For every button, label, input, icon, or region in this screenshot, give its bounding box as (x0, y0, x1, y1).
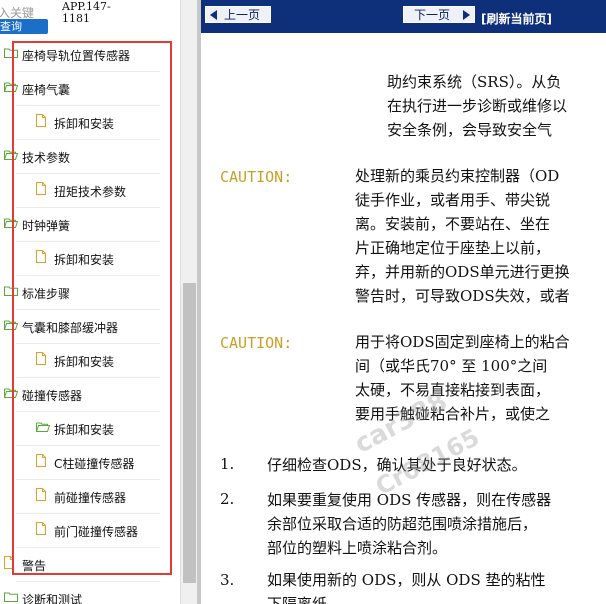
step-text: 如果使用新的 ODS，则从 ODS 垫的粘性 下隔离纸。 (267, 568, 546, 604)
tree-node[interactable]: 座椅气囊 (0, 72, 180, 106)
folder-open-icon (4, 388, 18, 398)
tree-node-label: 气囊和膝部缓冲器 (22, 321, 119, 335)
tree-node[interactable]: 拆卸和安装 (0, 412, 180, 446)
section-tree: 座椅导轨位置传感器 座椅气囊 拆卸和安装 技术参数 扭矩技术参数 时钟弹簧 拆卸和安装 标准步… (0, 38, 180, 604)
tree-node-label: 技术参数 (22, 151, 71, 165)
tree-node[interactable]: 前门碰撞传感器 (0, 514, 180, 548)
text-line: 安全条例，会导致安全气 (387, 121, 553, 139)
folder-closed-icon (4, 48, 18, 58)
tree-node[interactable]: 标准步骤 (0, 276, 180, 310)
caution-label: CAUTION: (220, 168, 293, 186)
folder-open-icon (4, 320, 18, 330)
text-line: 用于将ODS固定到座椅上的粘合 (355, 333, 570, 351)
folder-closed-icon (4, 592, 18, 602)
document-icon (36, 182, 46, 195)
intro-paragraph: 助约束系统（SRS）。从负 在执行进一步诊断或维修以 安全条例，会导致安全气 (387, 70, 567, 142)
tree-node-label: 前碰撞传感器 (54, 491, 127, 505)
step-text: 如果要重复使用 ODS 传感器，则在传感器 余部位采取合适的防超范围喷涂措施后，… (267, 488, 551, 560)
text-line: 助约束系统（SRS）。从负 (387, 73, 562, 91)
tree-node-label: 碰撞传感器 (22, 389, 83, 403)
caution-label: CAUTION: (220, 334, 293, 352)
tree-scrollbar[interactable] (180, 0, 198, 604)
text-line: 间（或华氏70° 至 100°之间 (355, 357, 548, 375)
step-number: 3. (220, 571, 235, 589)
document-content: 助约束系统（SRS）。从负 在执行进一步诊断或维修以 安全条例，会导致安全气 C… (201, 33, 606, 604)
page-navigation-bar: 上一页 下一页 [刷新当前页] (201, 0, 606, 33)
text-line: 余部位采取合适的防超范围喷涂措施后， (267, 515, 538, 533)
text-line: 徒手作业，或者用手、带尖锐 (355, 191, 551, 209)
tree-node[interactable]: 拆卸和安装 (0, 106, 180, 140)
text-line: 如果使用新的 ODS，则从 ODS 垫的粘性 (267, 571, 546, 589)
tree-node-label: 标准步骤 (22, 287, 71, 301)
tree-node[interactable]: 气囊和膝部缓冲器 (0, 310, 180, 344)
text-line: 片正确地定位于座垫上以前， (355, 239, 551, 257)
text-line: 部位的塑料上喷涂粘合剂。 (267, 539, 448, 557)
arrow-right-icon (463, 10, 470, 20)
text-line: 下隔离纸。 (267, 595, 343, 604)
tree-node-label: 警告 (22, 559, 47, 573)
tree-node[interactable]: 前碰撞传感器 (0, 480, 180, 514)
tree-node-label: 前门碰撞传感器 (54, 525, 139, 539)
tree-node[interactable]: 拆卸和安装 (0, 242, 180, 276)
folder-open-icon (4, 218, 18, 228)
text-line: 太硬，不易直接粘接到表面， (355, 381, 551, 399)
document-icon (36, 488, 46, 501)
tree-node[interactable]: C柱碰撞传感器 (0, 446, 180, 480)
text-line: 弃，并用新的ODS单元进行更换 (355, 263, 570, 281)
next-page-button[interactable]: 下一页 (403, 6, 475, 23)
tree-node-label: C柱碰撞传感器 (54, 457, 135, 471)
tree-node-label: 拆卸和安装 (54, 253, 115, 267)
text-line: 如果要重复使用 ODS 传感器，则在传感器 (267, 491, 552, 509)
document-icon (4, 556, 14, 569)
text-line: 警告时，可导致ODS失效，或者 (355, 287, 570, 305)
document-icon (36, 454, 46, 467)
tree-node[interactable]: 时钟弹簧 (0, 208, 180, 242)
previous-page-label: 上一页 (224, 8, 261, 22)
document-pane: 上一页 下一页 [刷新当前页] 助约束系统（SRS）。从负 在执行进一步诊断或维… (201, 0, 606, 604)
tree-node[interactable]: 技术参数 (0, 140, 180, 174)
caution-paragraph: 用于将ODS固定到座椅上的粘合 间（或华氏70° 至 100°之间 太硬，不易直… (355, 330, 570, 426)
tree-node-label: 扭矩技术参数 (54, 185, 127, 199)
document-icon (36, 114, 46, 127)
folder-closed-icon (4, 286, 18, 296)
next-page-label: 下一页 (414, 8, 451, 22)
navigation-tree-pane: 入关键 查询 APP.147- 1181 座椅导轨位置传感器 座椅气囊 拆卸和安装技… (0, 0, 198, 604)
step-number: 1. (220, 455, 235, 473)
app-code-line: 1181 (62, 12, 90, 25)
query-button[interactable]: 查询 (0, 19, 48, 34)
tree-node[interactable]: 拆卸和安装 (0, 344, 180, 378)
tree-node[interactable]: 警告 (0, 548, 180, 582)
arrow-left-icon (210, 10, 217, 20)
tree-node-label: 诊断和测试 (22, 593, 83, 604)
tree-node-label: 时钟弹簧 (22, 219, 71, 233)
folder-open-icon (4, 82, 18, 92)
caution-paragraph: 处理新的乘员约束控制器（OD 徒手作业，或者用手、带尖锐 离。安装前，不要站在、… (355, 164, 570, 308)
tree-node-label: 拆卸和安装 (54, 423, 115, 437)
previous-page-button[interactable]: 上一页 (205, 6, 271, 23)
text-line: 离。安装前，不要站在、坐在 (355, 215, 551, 233)
document-icon (36, 250, 46, 263)
tree-node[interactable]: 扭矩技术参数 (0, 174, 180, 208)
folder-open-icon (36, 422, 50, 432)
text-line: 处理新的乘员约束控制器（OD (355, 167, 560, 185)
tree-node[interactable]: 诊断和测试 (0, 582, 180, 604)
text-line: 在执行进一步诊断或维修以 (387, 97, 568, 115)
tree-node[interactable]: 碰撞传感器 (0, 378, 180, 412)
refresh-page-link[interactable]: [刷新当前页] (481, 10, 552, 27)
document-icon (36, 352, 46, 365)
search-bar: 入关键 查询 APP.147- 1181 (0, 0, 180, 36)
tree-node-label: 拆卸和安装 (54, 117, 115, 131)
tree-node[interactable]: 座椅导轨位置传感器 (0, 38, 180, 72)
tree-node-label: 座椅气囊 (22, 83, 71, 97)
folder-open-icon (4, 150, 18, 160)
document-icon (36, 522, 46, 535)
scrollbar-thumb[interactable] (183, 283, 196, 583)
app-code: APP.147- 1181 (62, 1, 111, 25)
tree-node-label: 座椅导轨位置传感器 (22, 49, 131, 63)
step-number: 2. (220, 490, 235, 508)
tree-node-label: 拆卸和安装 (54, 355, 115, 369)
